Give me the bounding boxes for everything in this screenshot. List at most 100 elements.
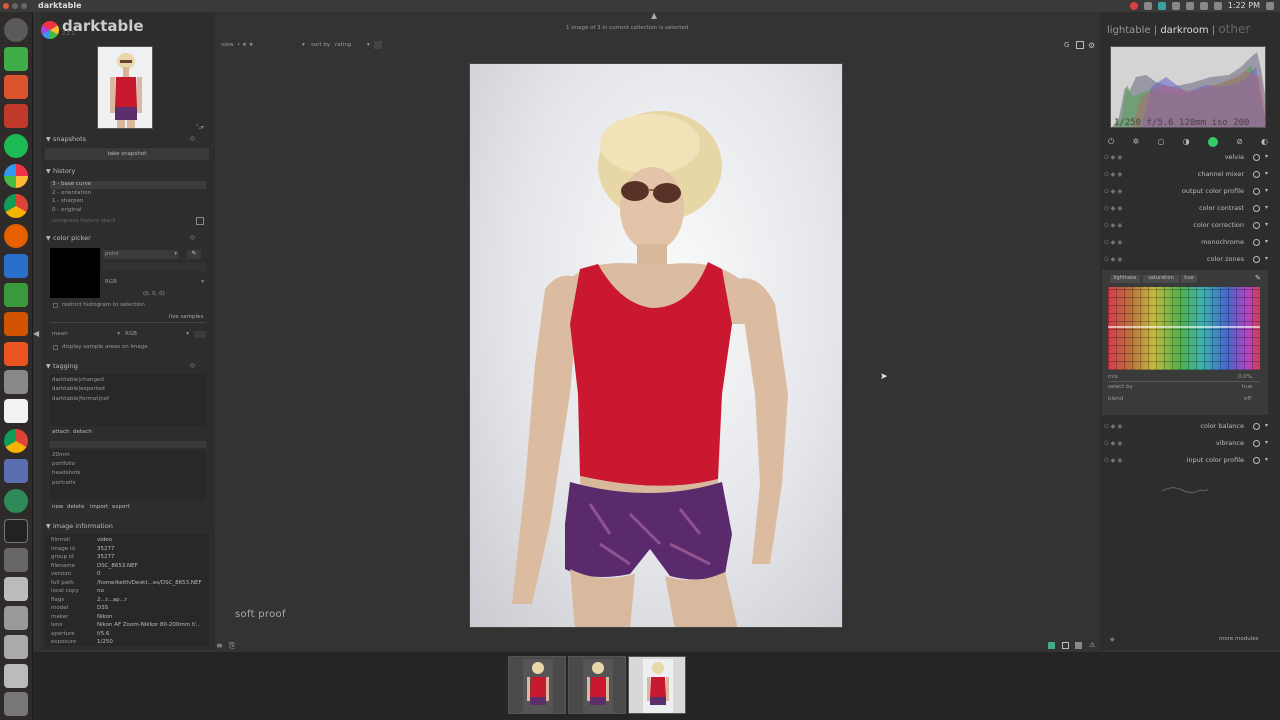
styles-icon[interactable]: ⎘ — [229, 641, 235, 651]
module-power-icon[interactable]: ⏻ ◆ ◉ — [1104, 171, 1122, 179]
create-style-icon[interactable] — [196, 217, 204, 225]
select-by-value[interactable]: hue — [1242, 384, 1252, 390]
dictionary-tag[interactable]: headshots — [52, 470, 80, 476]
spotify-icon[interactable] — [4, 134, 28, 158]
tagging-header[interactable]: ▼ tagging ◎ — [45, 362, 209, 372]
zones-picker-icon[interactable]: ✎ — [1255, 274, 1261, 282]
dropbox-icon[interactable] — [1157, 1, 1166, 10]
module-monochrome[interactable]: ⏻ ◆ ◉ monochrome ▾ — [1104, 237, 1268, 249]
module-menu-icon[interactable]: ▾ — [1265, 204, 1268, 211]
detach-button[interactable]: detach — [73, 429, 92, 435]
expand-top-panel-icon[interactable]: ▲ — [651, 11, 657, 20]
module-power-icon[interactable]: ⏻ ◆ ◉ — [1104, 457, 1122, 465]
raw-overexposure-icon[interactable] — [1062, 642, 1069, 649]
dictionary-tag[interactable]: portraits — [52, 480, 75, 486]
module-color-correction[interactable]: ⏻ ◆ ◉ color correction ▾ — [1104, 220, 1268, 232]
battery-icon[interactable] — [1199, 1, 1208, 10]
maximize-window-icon[interactable] — [21, 3, 27, 9]
tab-saturation[interactable]: saturation — [1143, 275, 1179, 283]
history-header[interactable]: ▼ history — [45, 167, 209, 177]
module-channel-mixer[interactable]: ⏻ ◆ ◉ channel mixer ▾ — [1104, 169, 1268, 181]
module-power-icon[interactable]: ⏻ ◆ ◉ — [1104, 222, 1122, 230]
impress-icon[interactable] — [4, 312, 28, 336]
picker-size-slider[interactable] — [103, 263, 206, 271]
files-app-icon[interactable] — [4, 104, 28, 128]
module-color-contrast[interactable]: ⏻ ◆ ◉ color contrast ▾ — [1104, 203, 1268, 215]
clock[interactable]: 1:22 PM — [1228, 1, 1260, 10]
sample-stat-select[interactable]: mean ▾ — [50, 330, 122, 339]
export-tags-button[interactable]: export — [112, 504, 130, 510]
collapse-arrow-icon[interactable]: ▼ — [46, 235, 51, 242]
color-group-icon[interactable] — [1207, 137, 1218, 147]
editor-icon[interactable] — [4, 459, 28, 483]
view-filter-dropdown-icon[interactable]: ▾ — [302, 42, 305, 48]
image-info-header[interactable]: ▼ image information — [45, 522, 209, 532]
terminal-icon[interactable] — [4, 519, 28, 543]
delete-tag-button[interactable]: delete — [67, 504, 84, 510]
color-zones-graph[interactable] — [1108, 287, 1260, 370]
bluetooth-icon[interactable] — [1185, 1, 1194, 10]
calc-icon[interactable] — [4, 283, 28, 307]
attached-tag[interactable]: darktable|exported — [52, 386, 105, 392]
tab-hue[interactable]: hue — [1181, 275, 1197, 283]
system-settings-icon[interactable] — [4, 370, 28, 394]
restrict-histogram-checkbox[interactable] — [53, 303, 58, 308]
chrome-icon[interactable] — [4, 194, 28, 218]
mix-value[interactable]: 0.0% — [1238, 374, 1252, 380]
effects-group-icon[interactable]: ◐ — [1261, 137, 1268, 147]
module-menu-icon[interactable]: ▾ — [1265, 456, 1268, 463]
sample-space-select[interactable]: RGB ▾ — [123, 330, 191, 339]
other-views-link[interactable]: other — [1218, 22, 1250, 36]
filmstrip-menu-icon[interactable]: ≡ — [216, 641, 223, 650]
history-item[interactable]: 0 - original — [52, 207, 82, 213]
histogram[interactable] — [1110, 46, 1266, 128]
window-controls[interactable] — [3, 3, 27, 9]
favorites-group-icon[interactable]: ✲ — [1133, 137, 1140, 147]
lighttable-view-link[interactable]: lightable — [1107, 25, 1151, 36]
storage-icon[interactable] — [4, 635, 28, 659]
module-power-icon[interactable]: ⏻ ◆ ◉ — [1104, 205, 1122, 213]
main-image[interactable] — [469, 63, 843, 628]
module-reset-icon[interactable]: ◎ — [190, 135, 195, 142]
module-menu-icon[interactable]: ▾ — [1265, 439, 1268, 446]
import-tags-button[interactable]: import — [90, 504, 108, 510]
chrome-tray-icon[interactable] — [1129, 1, 1138, 10]
collapse-arrow-icon[interactable]: ▼ — [46, 136, 51, 143]
collapse-left-panel-icon[interactable]: ◀ — [33, 329, 39, 338]
softproof-toggle-icon[interactable] — [1076, 41, 1084, 49]
dash-icon[interactable] — [4, 18, 28, 42]
picker-colorspace-select[interactable]: RGB ▾ — [103, 278, 206, 287]
color-picker-header[interactable]: ▼ color picker ◎ — [45, 234, 209, 244]
module-reset-icon[interactable]: ◎ — [190, 234, 195, 241]
module-menu-icon[interactable]: ▾ — [1265, 170, 1268, 177]
active-modules-group-icon[interactable]: ⏻ — [1108, 137, 1114, 147]
module-menu-icon[interactable]: ▾ — [1265, 187, 1268, 194]
collapse-arrow-icon[interactable]: ▼ — [46, 363, 51, 370]
softproof-icon[interactable] — [1075, 642, 1082, 649]
compress-history-button[interactable]: compress history stack — [52, 218, 116, 224]
history-item[interactable]: 3 - base curve — [52, 181, 91, 187]
tone-group-icon[interactable]: ◑ — [1183, 137, 1190, 147]
close-window-icon[interactable] — [3, 3, 9, 9]
device-icon[interactable] — [4, 606, 28, 630]
module-menu-icon[interactable]: ▾ — [1265, 422, 1268, 429]
module-output-color-profile[interactable]: ⏻ ◆ ◉ output color profile ▾ — [1104, 186, 1268, 198]
writer-icon[interactable] — [4, 254, 28, 278]
navigation-thumbnail[interactable] — [97, 46, 153, 129]
zones-curve-line[interactable] — [1108, 326, 1260, 328]
take-snapshot-button[interactable]: take snapshot — [45, 148, 209, 160]
module-input-color-profile[interactable]: ⏻ ◆ ◉ input color profile ▾ — [1104, 455, 1268, 467]
firefox-icon[interactable] — [4, 224, 28, 248]
dictionary-tag[interactable]: 20mm — [52, 452, 70, 458]
module-menu-icon[interactable]: ▾ — [1265, 221, 1268, 228]
keyboard-icon[interactable] — [1171, 1, 1180, 10]
attach-button[interactable]: attach — [52, 429, 70, 435]
module-reset-icon[interactable]: ◎ — [190, 362, 195, 369]
view-filter-stars[interactable]: • ★ ★ — [237, 42, 254, 48]
gamut-check-icon[interactable]: G — [1064, 41, 1069, 49]
module-power-icon[interactable]: ⏻ ◆ ◉ — [1104, 239, 1122, 247]
history-item[interactable]: 2 - orientation — [52, 190, 91, 196]
amazon-icon[interactable] — [4, 399, 28, 423]
filmstrip-thumbnail[interactable] — [568, 656, 626, 714]
module-power-icon[interactable]: ⏻ ◆ ◉ — [1104, 256, 1122, 264]
